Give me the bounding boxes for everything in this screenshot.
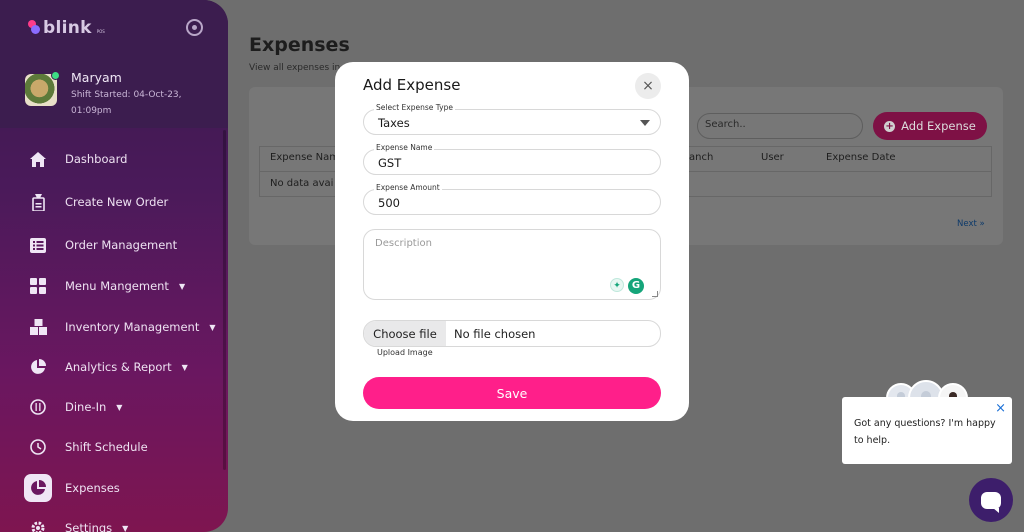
- chevron-down-icon: ▼: [209, 322, 216, 332]
- expense-amount-label: Expense Amount: [374, 183, 442, 192]
- expense-type-value: Taxes: [378, 116, 410, 130]
- chevron-down-icon: ▼: [116, 402, 123, 412]
- chevron-down-icon: ▼: [178, 281, 186, 291]
- sidebar-item-label: Analytics & Report: [65, 360, 172, 374]
- sidebar-item-label: Dine-In: [65, 400, 107, 414]
- sidebar-toggle-icon[interactable]: [186, 19, 203, 36]
- grammarly-widget[interactable]: ✦ G: [610, 278, 644, 294]
- grammarly-icon[interactable]: G: [628, 278, 644, 294]
- sidebar-item-menu-management[interactable]: Menu Mangement ▼: [24, 268, 220, 304]
- chat-message: Got any questions? I'm happy to help.: [854, 418, 996, 446]
- column-expense-date[interactable]: Expense Date: [826, 152, 896, 163]
- shift-started: Shift Started: 04-Oct-23, 01:09pm: [71, 90, 182, 116]
- avatar[interactable]: [25, 71, 60, 106]
- sidebar-item-label: Create New Order: [65, 195, 169, 209]
- chevron-down-icon: ▼: [122, 523, 129, 532]
- logo-sub: POS: [96, 28, 105, 34]
- add-expense-label: Add Expense: [901, 119, 976, 133]
- chevron-down-icon: ▼: [181, 362, 188, 372]
- column-branch[interactable]: anch: [689, 152, 713, 163]
- plus-icon: +: [884, 120, 896, 132]
- search-placeholder: Search..: [705, 119, 746, 130]
- file-input[interactable]: Choose file No file chosen: [363, 320, 661, 347]
- add-expense-button[interactable]: + Add Expense: [873, 112, 987, 140]
- lightbulb-icon[interactable]: ✦: [610, 278, 624, 292]
- sidebar: blink POS Maryam Shift Started: 04-Oct-2…: [0, 0, 228, 532]
- column-expense-name[interactable]: Expense Nam: [270, 152, 339, 163]
- receipt-icon: [24, 188, 52, 216]
- upload-image-label: Upload Image: [377, 348, 433, 357]
- pie-chart-icon: [24, 353, 52, 381]
- modal-title: Add Expense: [363, 76, 461, 94]
- sidebar-item-label: Inventory Management: [65, 320, 200, 334]
- empty-table-text: No data avai: [270, 178, 334, 189]
- sidebar-item-settings[interactable]: Settings ▼: [24, 510, 220, 532]
- expense-name-value: GST: [378, 156, 402, 170]
- grid-icon: [24, 272, 52, 300]
- sidebar-scrollbar[interactable]: [223, 130, 226, 470]
- sidebar-item-label: Expenses: [65, 481, 120, 495]
- sidebar-item-label: Menu Mangement: [65, 279, 169, 293]
- logo: blink POS: [28, 18, 105, 38]
- sidebar-item-label: Dashboard: [65, 152, 128, 166]
- list-icon: [24, 231, 52, 259]
- sidebar-item-label: Settings: [65, 521, 113, 532]
- dine-icon: [24, 393, 52, 421]
- add-expense-modal: Add Expense × Select Expense Type Taxes …: [335, 62, 689, 421]
- sidebar-item-analytics-report[interactable]: Analytics & Report ▼: [24, 349, 220, 385]
- close-icon[interactable]: ×: [635, 73, 661, 99]
- sidebar-item-dashboard[interactable]: Dashboard: [24, 141, 220, 177]
- description-placeholder: Description: [375, 238, 432, 249]
- chat-bubble-icon: [981, 491, 1001, 513]
- boxes-icon: [24, 313, 52, 341]
- expenses-icon: [24, 474, 52, 502]
- chat-message-bubble[interactable]: × Got any questions? I'm happy to help.: [842, 397, 1012, 464]
- choose-file-button[interactable]: Choose file: [364, 321, 446, 346]
- column-user[interactable]: User: [761, 152, 784, 163]
- description-textarea[interactable]: Description ✦ G: [363, 229, 661, 300]
- close-icon[interactable]: ×: [995, 401, 1006, 416]
- gear-icon: [24, 514, 52, 532]
- file-status: No file chosen: [454, 326, 536, 341]
- home-icon: [24, 145, 52, 173]
- expense-type-select[interactable]: Select Expense Type Taxes: [363, 103, 661, 135]
- expense-amount-value: 500: [378, 196, 400, 210]
- expense-type-label: Select Expense Type: [374, 103, 455, 112]
- sidebar-item-inventory-management[interactable]: Inventory Management ▼: [24, 309, 220, 345]
- online-status-icon: [51, 71, 60, 80]
- expense-amount-field[interactable]: Expense Amount 500: [363, 183, 661, 215]
- sidebar-item-order-management[interactable]: Order Management: [24, 227, 220, 263]
- sidebar-item-label: Shift Schedule: [65, 440, 148, 454]
- logo-mark-icon: [28, 20, 40, 36]
- next-page-link[interactable]: Next »: [957, 219, 985, 229]
- page-subtitle: View all expenses in: [249, 63, 341, 73]
- logo-text: blink: [43, 18, 92, 38]
- chat-launcher-button[interactable]: [969, 478, 1013, 522]
- save-button[interactable]: Save: [363, 377, 661, 409]
- sidebar-item-label: Order Management: [65, 238, 178, 252]
- sidebar-item-dine-in[interactable]: Dine-In ▼: [24, 389, 220, 425]
- resize-handle-icon[interactable]: [652, 291, 658, 297]
- expense-name-field[interactable]: Expense Name GST: [363, 143, 661, 175]
- expense-name-label: Expense Name: [374, 143, 435, 152]
- sidebar-item-create-new-order[interactable]: Create New Order: [24, 184, 220, 220]
- page-title: Expenses: [249, 34, 350, 56]
- clock-icon: [24, 433, 52, 461]
- sidebar-item-expenses[interactable]: Expenses: [24, 470, 220, 506]
- chevron-down-icon: [640, 120, 650, 126]
- user-name: Maryam: [71, 70, 122, 85]
- sidebar-item-shift-schedule[interactable]: Shift Schedule: [24, 429, 220, 465]
